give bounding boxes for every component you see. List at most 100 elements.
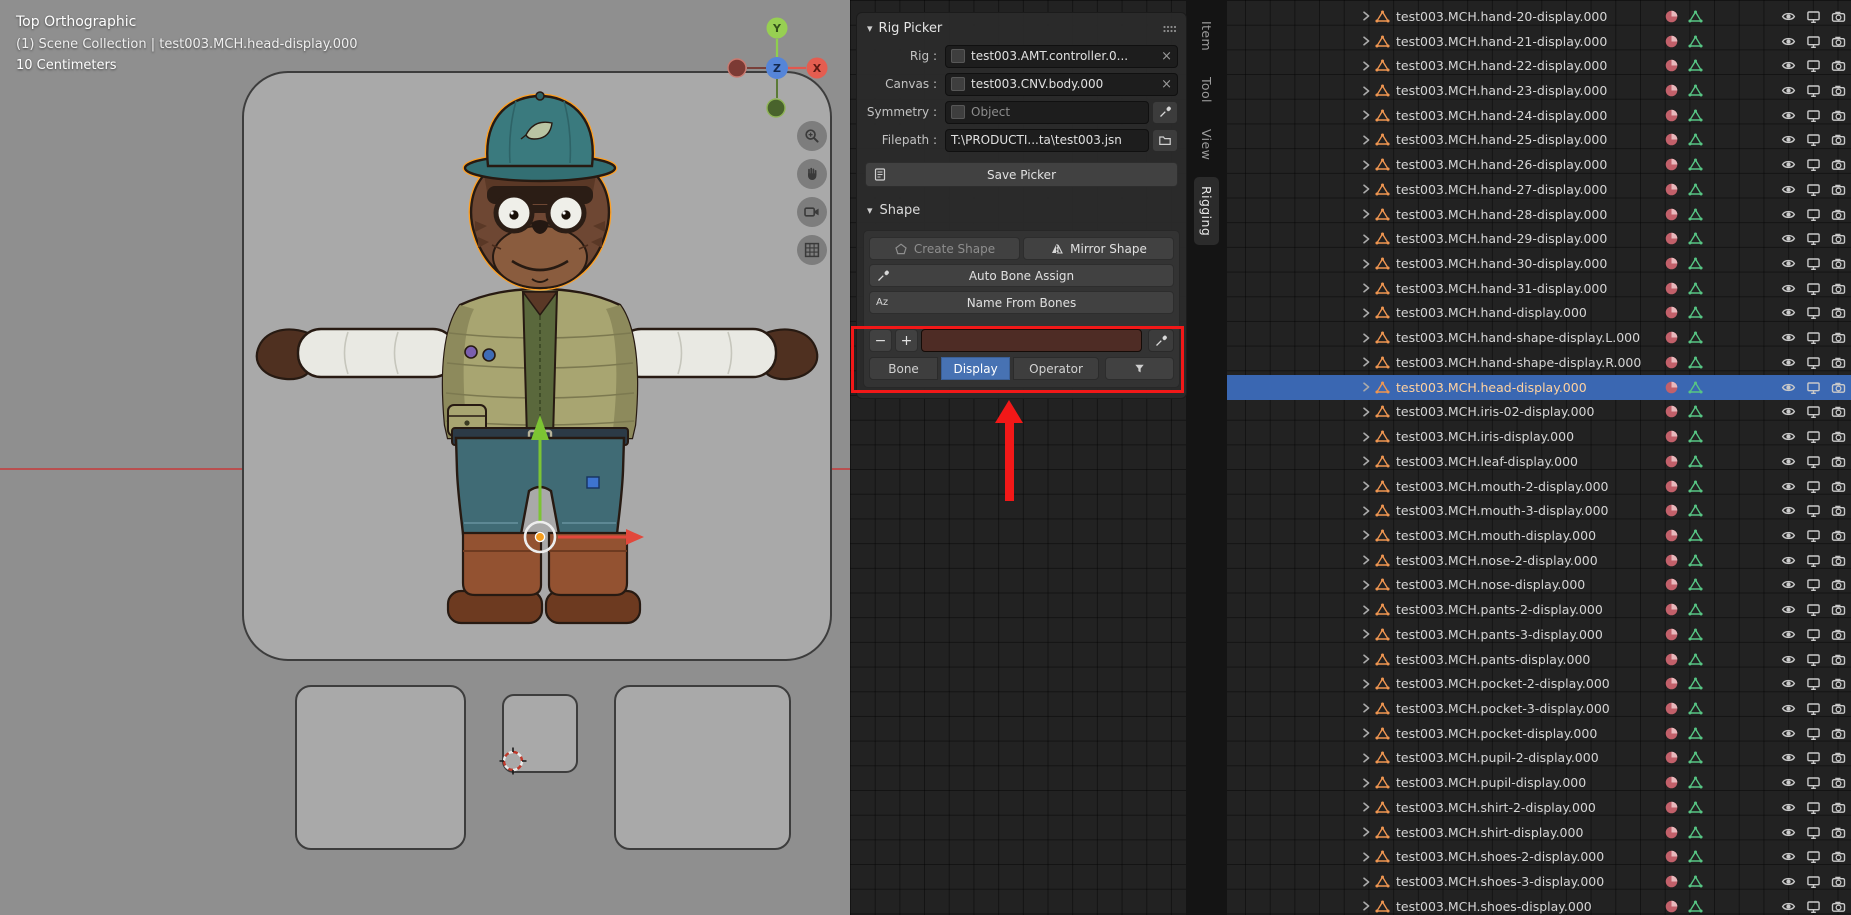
viewport-disable-toggle[interactable] bbox=[1806, 58, 1821, 73]
render-disable-toggle[interactable] bbox=[1831, 701, 1846, 716]
render-disable-toggle[interactable] bbox=[1831, 207, 1846, 222]
hide-eye-toggle[interactable] bbox=[1781, 330, 1796, 345]
outliner-row[interactable]: test003.MCH.nose-2-display.000 bbox=[1227, 548, 1851, 573]
pan-button[interactable] bbox=[797, 159, 827, 189]
render-disable-toggle[interactable] bbox=[1831, 9, 1846, 24]
viewport-disable-toggle[interactable] bbox=[1806, 701, 1821, 716]
viewport-disable-toggle[interactable] bbox=[1806, 281, 1821, 296]
outliner-item-label[interactable]: test003.MCH.shirt-display.000 bbox=[1396, 825, 1583, 840]
expand-chevron-icon[interactable] bbox=[1359, 281, 1375, 295]
browse-file-button[interactable] bbox=[1152, 129, 1178, 152]
hide-eye-toggle[interactable] bbox=[1781, 132, 1796, 147]
outliner-item-label[interactable]: test003.MCH.hand-31-display.000 bbox=[1396, 281, 1607, 296]
hide-eye-toggle[interactable] bbox=[1781, 256, 1796, 271]
render-disable-toggle[interactable] bbox=[1831, 355, 1846, 370]
outliner-row[interactable]: test003.MCH.hand-26-display.000 bbox=[1227, 152, 1851, 177]
render-disable-toggle[interactable] bbox=[1831, 281, 1846, 296]
hide-eye-toggle[interactable] bbox=[1781, 701, 1796, 716]
render-disable-toggle[interactable] bbox=[1831, 800, 1846, 815]
render-disable-toggle[interactable] bbox=[1831, 454, 1846, 469]
outliner-row[interactable]: test003.MCH.iris-display.000 bbox=[1227, 424, 1851, 449]
render-disable-toggle[interactable] bbox=[1831, 256, 1846, 271]
render-disable-toggle[interactable] bbox=[1831, 602, 1846, 617]
shape-section-chevron-icon[interactable]: ▾ bbox=[867, 204, 873, 217]
hide-eye-toggle[interactable] bbox=[1781, 58, 1796, 73]
outliner-row[interactable]: test003.MCH.shoes-2-display.000 bbox=[1227, 844, 1851, 869]
filepath-field[interactable]: T:\PRODUCTI...ta\test003.jsn bbox=[945, 129, 1149, 152]
outliner-row[interactable]: test003.MCH.pants-3-display.000 bbox=[1227, 622, 1851, 647]
render-disable-toggle[interactable] bbox=[1831, 503, 1846, 518]
outliner-row[interactable]: test003.MCH.pupil-2-display.000 bbox=[1227, 746, 1851, 771]
expand-chevron-icon[interactable] bbox=[1359, 850, 1375, 864]
render-disable-toggle[interactable] bbox=[1831, 825, 1846, 840]
render-disable-toggle[interactable] bbox=[1831, 874, 1846, 889]
picker-board-left[interactable] bbox=[295, 685, 466, 850]
render-disable-toggle[interactable] bbox=[1831, 849, 1846, 864]
outliner-item-label[interactable]: test003.MCH.shoes-display.000 bbox=[1396, 899, 1592, 914]
outliner-item-label[interactable]: test003.MCH.hand-25-display.000 bbox=[1396, 132, 1607, 147]
outliner-item-label[interactable]: test003.MCH.pants-2-display.000 bbox=[1396, 602, 1603, 617]
mirror-shape-button[interactable]: Mirror Shape bbox=[1023, 237, 1174, 260]
outliner-item-label[interactable]: test003.MCH.nose-2-display.000 bbox=[1396, 553, 1598, 568]
render-disable-toggle[interactable] bbox=[1831, 380, 1846, 395]
outliner-item-label[interactable]: test003.MCH.mouth-display.000 bbox=[1396, 528, 1596, 543]
expand-chevron-icon[interactable] bbox=[1359, 355, 1375, 369]
viewport-disable-toggle[interactable] bbox=[1806, 899, 1821, 914]
viewport-disable-toggle[interactable] bbox=[1806, 256, 1821, 271]
hide-eye-toggle[interactable] bbox=[1781, 231, 1796, 246]
outliner-row[interactable]: test003.MCH.hand-shape-display.R.000 bbox=[1227, 350, 1851, 375]
hide-eye-toggle[interactable] bbox=[1781, 479, 1796, 494]
outliner-item-label[interactable]: test003.MCH.pants-3-display.000 bbox=[1396, 627, 1603, 642]
hide-eye-toggle[interactable] bbox=[1781, 157, 1796, 172]
canvas-field[interactable]: test003.CNV.body.000 × bbox=[945, 73, 1178, 96]
outliner-row[interactable]: test003.MCH.shirt-2-display.000 bbox=[1227, 795, 1851, 820]
expand-chevron-icon[interactable] bbox=[1359, 528, 1375, 542]
render-disable-toggle[interactable] bbox=[1831, 553, 1846, 568]
rig-field[interactable]: test003.AMT.controller.0... × bbox=[945, 45, 1178, 68]
auto-bone-assign-button[interactable]: Auto Bone Assign bbox=[869, 264, 1174, 287]
outliner-row[interactable]: test003.MCH.hand-21-display.000 bbox=[1227, 29, 1851, 54]
expand-chevron-icon[interactable] bbox=[1359, 677, 1375, 691]
outliner-item-label[interactable]: test003.MCH.hand-display.000 bbox=[1396, 305, 1587, 320]
viewport-disable-toggle[interactable] bbox=[1806, 577, 1821, 592]
outliner-item-label[interactable]: test003.MCH.hand-28-display.000 bbox=[1396, 207, 1607, 222]
outliner-row[interactable]: test003.MCH.hand-31-display.000 bbox=[1227, 276, 1851, 301]
outliner-item-label[interactable]: test003.MCH.hand-shape-display.R.000 bbox=[1396, 355, 1641, 370]
viewport-disable-toggle[interactable] bbox=[1806, 676, 1821, 691]
expand-chevron-icon[interactable] bbox=[1359, 800, 1375, 814]
expand-chevron-icon[interactable] bbox=[1359, 59, 1375, 73]
outliner-row[interactable]: test003.MCH.hand-22-display.000 bbox=[1227, 53, 1851, 78]
viewport-disable-toggle[interactable] bbox=[1806, 34, 1821, 49]
viewport-disable-toggle[interactable] bbox=[1806, 355, 1821, 370]
outliner-row[interactable]: test003.MCH.mouth-display.000 bbox=[1227, 523, 1851, 548]
expand-chevron-icon[interactable] bbox=[1359, 553, 1375, 567]
render-disable-toggle[interactable] bbox=[1831, 775, 1846, 790]
collapse-chevron-icon[interactable]: ▾ bbox=[867, 22, 873, 35]
expand-chevron-icon[interactable] bbox=[1359, 158, 1375, 172]
outliner-item-label[interactable]: test003.MCH.hand-27-display.000 bbox=[1396, 182, 1607, 197]
outliner-row[interactable]: test003.MCH.pocket-2-display.000 bbox=[1227, 671, 1851, 696]
symmetry-field[interactable]: Object bbox=[945, 101, 1149, 124]
viewport-disable-toggle[interactable] bbox=[1806, 132, 1821, 147]
outliner-row[interactable]: test003.MCH.hand-23-display.000 bbox=[1227, 78, 1851, 103]
outliner-item-label[interactable]: test003.MCH.hand-24-display.000 bbox=[1396, 108, 1607, 123]
camera-view-button[interactable] bbox=[797, 197, 827, 227]
expand-chevron-icon[interactable] bbox=[1359, 603, 1375, 617]
outliner-row[interactable]: test003.MCH.mouth-2-display.000 bbox=[1227, 474, 1851, 499]
render-disable-toggle[interactable] bbox=[1831, 528, 1846, 543]
expand-chevron-icon[interactable] bbox=[1359, 899, 1375, 913]
viewport-disable-toggle[interactable] bbox=[1806, 528, 1821, 543]
outliner-row[interactable]: test003.MCH.pants-display.000 bbox=[1227, 647, 1851, 672]
expand-chevron-icon[interactable] bbox=[1359, 108, 1375, 122]
viewport-disable-toggle[interactable] bbox=[1806, 750, 1821, 765]
expand-chevron-icon[interactable] bbox=[1359, 454, 1375, 468]
outliner-item-label[interactable]: test003.MCH.hand-shape-display.L.000 bbox=[1396, 330, 1640, 345]
render-disable-toggle[interactable] bbox=[1831, 676, 1846, 691]
render-disable-toggle[interactable] bbox=[1831, 577, 1846, 592]
outliner-item-label[interactable]: test003.MCH.pocket-2-display.000 bbox=[1396, 676, 1610, 691]
pick-eyedropper-button[interactable] bbox=[1148, 329, 1174, 352]
expand-chevron-icon[interactable] bbox=[1359, 726, 1375, 740]
outliner-row[interactable]: test003.MCH.pants-2-display.000 bbox=[1227, 597, 1851, 622]
hide-eye-toggle[interactable] bbox=[1781, 83, 1796, 98]
hide-eye-toggle[interactable] bbox=[1781, 775, 1796, 790]
